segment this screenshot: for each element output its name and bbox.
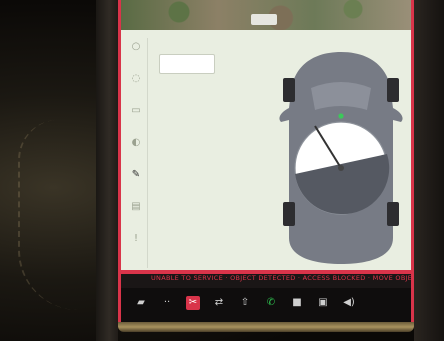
seat-stitching (18, 120, 98, 310)
dial-hub (338, 165, 344, 171)
camera-icon[interactable]: ▣ (316, 296, 330, 310)
media-icon[interactable]: ⇄ (212, 296, 226, 310)
app-icon[interactable]: ■ (290, 296, 304, 310)
volume-icon[interactable]: ◀) (342, 296, 356, 310)
car-windshield (311, 82, 371, 110)
lights-icon[interactable]: ◌ (125, 72, 147, 86)
side-divider (147, 38, 148, 268)
driving-icon[interactable]: ▭ (125, 104, 147, 118)
schedule-icon[interactable]: ▤ (125, 200, 147, 214)
screen-bezel-left (96, 0, 118, 341)
map-preview[interactable] (121, 0, 411, 30)
front-left-tire (283, 78, 295, 102)
phone-icon[interactable]: ✆ (264, 296, 278, 310)
map-chip[interactable] (251, 14, 277, 25)
bezel-gold-trim (118, 322, 414, 332)
setting-option-box[interactable] (159, 54, 215, 74)
temperature-icon[interactable]: ·· (160, 296, 174, 310)
safety-icon[interactable]: ! (125, 232, 147, 246)
touchscreen: ○ ◌ ▭ ◐ ✎ ▤! UNABLE TO SERVICE · OBJECT DETEC… (118, 0, 414, 324)
car-icon[interactable]: ▰ (134, 296, 148, 310)
service-icon[interactable]: ✎ (125, 168, 147, 182)
warning-message: UNABLE TO SERVICE · OBJECT DETECTED · AC… (151, 274, 411, 282)
sensor-indicator (338, 113, 344, 119)
car-top-view (279, 52, 403, 264)
navigation-icon[interactable]: ⇧ (238, 296, 252, 310)
autopilot-icon[interactable]: ◐ (125, 136, 147, 150)
controls-icon[interactable]: ○ (125, 40, 147, 54)
rear-left-tire (283, 202, 295, 226)
service-wrench-icon[interactable]: ✂ (186, 296, 200, 310)
settings-side-menu: ○ ◌ ▭ ◐ ✎ ▤! (125, 40, 147, 265)
screen-bezel-right (414, 0, 444, 341)
front-right-tire (387, 78, 399, 102)
rear-right-tire (387, 202, 399, 226)
